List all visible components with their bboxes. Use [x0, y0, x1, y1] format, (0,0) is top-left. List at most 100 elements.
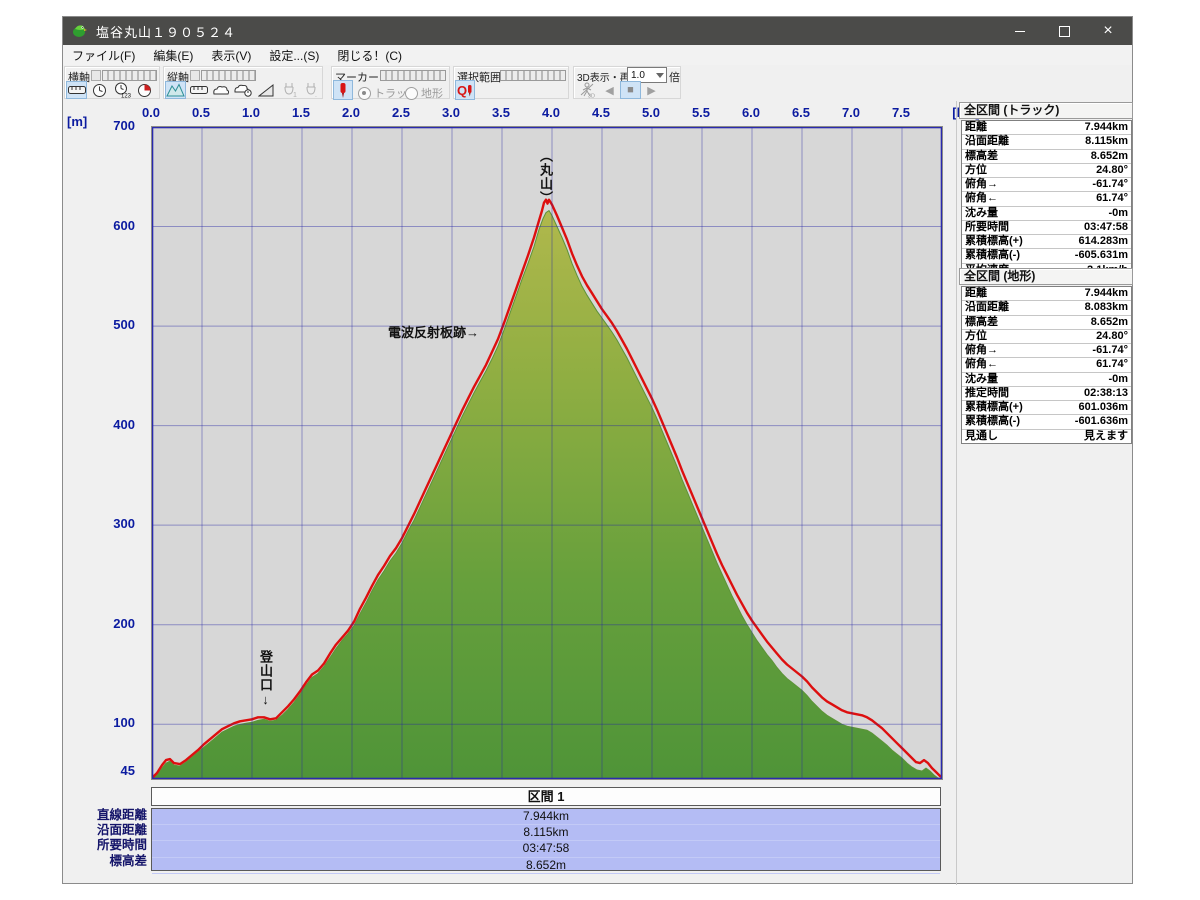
x-scale-slider-button[interactable] — [91, 70, 101, 81]
y-mode-speed-time-button[interactable] — [233, 81, 254, 99]
stats-row: 俯角← 61.74° — [962, 192, 1131, 206]
marker-slider[interactable] — [380, 70, 446, 81]
y-tick-label: 700 — [91, 118, 135, 133]
menu-edit[interactable]: 編集(E) — [144, 47, 202, 64]
x-tick-label: 6.5 — [784, 105, 818, 120]
x-mode-distance-button[interactable] — [66, 81, 87, 99]
y-mode-slope-button[interactable] — [255, 81, 276, 99]
x-mode-pace-button[interactable] — [134, 81, 155, 99]
y-axis-unit: [m] — [67, 114, 87, 129]
menu-close[interactable]: 閉じる！(C) — [328, 47, 411, 64]
stats-row-label: 沈み量 — [962, 373, 998, 386]
speed-cloud-icon — [212, 84, 230, 96]
toolbar: 横軸 123 — [63, 65, 1132, 101]
svg-text:3D: 3D — [588, 94, 595, 99]
elevation-chart[interactable]: （丸山）電波反射板跡→登山口↓ — [151, 126, 943, 780]
x-scale-slider[interactable] — [102, 70, 157, 81]
stats-row-label: 沈み量 — [962, 207, 998, 220]
stats-row-label: 沿面距離 — [962, 301, 1009, 314]
x-tick-label: 3.5 — [484, 105, 518, 120]
radio-dot-icon — [358, 87, 371, 100]
ruler-small-icon — [190, 84, 208, 96]
section-table-labels: 直線距離沿面距離所要時間標高差 — [63, 808, 147, 869]
minimize-button[interactable] — [1000, 17, 1040, 45]
stats-row-label: 標高差 — [962, 316, 998, 329]
stats-section-header[interactable]: 全区間 (トラック) — [959, 102, 1133, 119]
stats-row-label: 見通し — [962, 430, 998, 443]
stats-row: 標高差8.652m — [962, 316, 1131, 330]
stats-row-value: 61.74° — [1096, 192, 1131, 205]
playback-speed-value: 1.0 — [631, 70, 645, 81]
play-button[interactable]: ▶ — [641, 81, 662, 99]
menu-file[interactable]: ファイル(F) — [63, 47, 144, 64]
x-tick-label: 0.0 — [134, 105, 168, 120]
clock-123-icon: 123 — [114, 82, 131, 98]
section-row-label: 所要時間 — [63, 838, 147, 853]
group-marker: マーカー トラック 地形 — [331, 66, 450, 99]
svg-text:Q: Q — [457, 83, 467, 98]
y-tick-label: 200 — [91, 616, 135, 631]
stats-row: 俯角→-61.74° — [962, 344, 1131, 358]
stats-row-label: 所要時間 — [962, 221, 1009, 234]
stats-table: 距離7.944km沿面距離8.115km標高差8.652m方位24.80°俯角→… — [961, 120, 1132, 278]
title-bar: 塩谷丸山１９０５２４ × — [63, 17, 1132, 45]
section-row-value: 7.944km — [152, 809, 940, 825]
stats-row: 方位24.80° — [962, 164, 1131, 178]
stats-row-value: -0m — [1108, 373, 1131, 386]
stats-row: 標高差8.652m — [962, 150, 1131, 164]
menu-settings[interactable]: 設定...(S) — [260, 47, 328, 64]
selection-slider[interactable] — [500, 70, 566, 81]
group-selection: 選択範囲 Q — [453, 66, 569, 99]
maximize-button[interactable] — [1044, 17, 1084, 45]
x-tick-label: 1.0 — [234, 105, 268, 120]
marker-pen-button[interactable] — [333, 80, 353, 100]
y-tick-label: 400 — [91, 417, 135, 432]
y-mode-speed-button[interactable] — [210, 81, 231, 99]
stop-button[interactable]: ■ — [620, 81, 641, 99]
close-button[interactable]: × — [1088, 17, 1128, 45]
rewind-button[interactable]: ◀ — [599, 81, 620, 99]
x-mode-time-button[interactable] — [89, 81, 110, 99]
radio-dot-icon — [405, 87, 418, 100]
stats-row: 沿面距離 8.083km — [962, 301, 1131, 315]
group-3d-playback: 3D表示・再生 1.0 倍 3D ◀ ■ ▶ — [573, 66, 681, 99]
marker-target-terrain-radio[interactable]: 地形 — [405, 85, 443, 101]
y-mode-distance-button[interactable] — [188, 81, 209, 99]
stats-row-value: -61.74° — [1092, 344, 1131, 357]
stats-row-label: 距離 — [962, 287, 987, 300]
y-axis-labels: 70060050040030020010045 — [91, 126, 139, 778]
aux-line-1-button[interactable]: 1 — [279, 81, 300, 99]
aux-line-2-button[interactable]: . — [301, 81, 322, 99]
menu-bar: ファイル(F) 編集(E) 表示(V) 設定...(S) 閉じる！(C) — [63, 45, 1132, 66]
stats-row-label: 方位 — [962, 330, 987, 343]
selection-marker-button[interactable]: Q — [455, 80, 475, 100]
mountain-icon — [166, 83, 185, 97]
x-tick-label: 1.5 — [284, 105, 318, 120]
playback-speed-unit: 倍 — [669, 69, 680, 85]
y-tick-label: 100 — [91, 715, 135, 730]
stats-row-value: 8.083km — [1085, 301, 1131, 314]
x-tick-label: 5.0 — [634, 105, 668, 120]
stats-row: 累積標高(-)-605.631m — [962, 249, 1131, 263]
stats-section-header[interactable]: 全区間 (地形) — [959, 268, 1133, 285]
stats-row-value: 24.80° — [1096, 330, 1131, 343]
walking-figure-3d-icon: 3D — [579, 82, 595, 98]
x-tick-label: 7.5 — [884, 105, 918, 120]
menu-view[interactable]: 表示(V) — [202, 47, 260, 64]
stats-row-value: -601.636m — [1075, 415, 1131, 428]
plug-2-icon: . — [303, 82, 320, 98]
screen: 塩谷丸山１９０５２４ × ファイル(F) 編集(E) 表示(V) 設定...(S… — [0, 0, 1200, 900]
x-mode-timeofday-button[interactable]: 123 — [112, 81, 133, 99]
walk-3d-button[interactable]: 3D — [576, 81, 597, 99]
stats-row-label: 距離 — [962, 121, 987, 134]
section-row-value: 8.652m — [152, 858, 940, 874]
stats-row-label: 俯角← — [962, 192, 998, 205]
y-tick-label: 300 — [91, 516, 135, 531]
stats-row: 方位 24.80° — [962, 330, 1131, 344]
stats-row: 俯角→-61.74° — [962, 178, 1131, 192]
y-mode-elevation-button[interactable] — [165, 81, 186, 99]
x-tick-label: 2.0 — [334, 105, 368, 120]
group-y-axis: 縦軸 — [163, 66, 323, 99]
y-scale-slider[interactable] — [201, 70, 256, 81]
y-scale-slider-button[interactable] — [190, 70, 200, 81]
